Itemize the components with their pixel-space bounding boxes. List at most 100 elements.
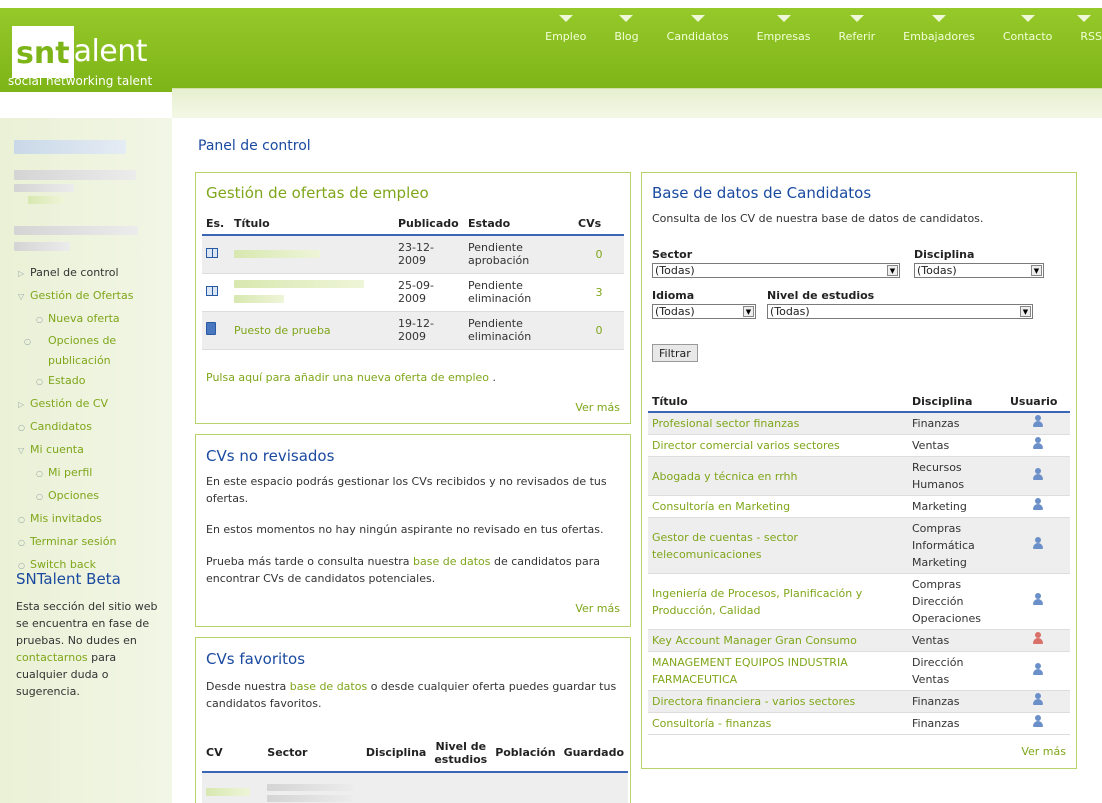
table-row[interactable]: Consultoría - finanzas Finanzas <box>648 712 1070 735</box>
sidebar-item-panel[interactable]: ▷ Panel de control <box>18 262 138 285</box>
nav-candidatos[interactable]: Candidatos <box>653 15 743 56</box>
candidate-discipline: Marketing <box>908 495 1006 518</box>
candidate-title[interactable]: Consultoría en Marketing <box>648 495 908 518</box>
filter-button[interactable]: Filtrar <box>652 344 698 362</box>
sector-label: Sector <box>652 248 693 261</box>
table-row[interactable]: Key Account Manager Gran Consumo Ventas <box>648 629 1070 652</box>
table-row[interactable]: Gestor de cuentas - sector telecomunicac… <box>648 517 1070 574</box>
sidebar-item-gestion-cv[interactable]: ▷ Gestión de CV <box>18 393 138 416</box>
nav-empleo[interactable]: Empleo <box>531 15 600 56</box>
col-sector: Sector <box>263 734 362 773</box>
candidate-title[interactable]: Directora financiera - varios sectores <box>648 690 908 713</box>
table-row[interactable]: Profesional sector finanzas Finanzas <box>648 412 1070 435</box>
candidate-title[interactable]: MANAGEMENT EQUIPOS INDUSTRIA FARMACEUTIC… <box>648 651 908 691</box>
user-icon[interactable] <box>1033 498 1043 510</box>
sidebar-item-opciones-publicacion[interactable]: ○ Opciones de publicación <box>18 331 138 370</box>
offer-title-blurred[interactable] <box>234 249 320 258</box>
disciplina-select[interactable]: (Todas) ▼ <box>914 263 1044 278</box>
user-icon[interactable] <box>1033 593 1043 605</box>
cv-blurred[interactable] <box>206 788 250 796</box>
sidebar-item-mi-perfil[interactable]: ○ Mi perfil <box>18 462 138 485</box>
add-offer-link[interactable]: Pulsa aquí para añadir una nueva oferta … <box>206 371 489 384</box>
candidate-title[interactable]: Abogada y técnica en rrhh <box>648 456 908 496</box>
unreviewed-more-link[interactable]: Ver más <box>575 602 620 615</box>
offer-title[interactable]: Puesto de prueba <box>230 311 394 350</box>
expanded-arrow-icon: ▽ <box>18 292 25 301</box>
candidates-more-link[interactable]: Ver más <box>1021 745 1066 758</box>
sidebar-item-candidatos[interactable]: ○ Candidatos <box>18 416 138 439</box>
sidebar-item-gestion-ofertas[interactable]: ▽ Gestión de Ofertas <box>18 285 138 308</box>
sidebar-item-estado[interactable]: ○ Estado <box>18 370 138 393</box>
sidebar-item-label: Estado <box>48 374 86 387</box>
nivel-select-value: (Todas) <box>770 305 810 318</box>
nav-empresas[interactable]: Empresas <box>743 15 825 56</box>
user-icon[interactable] <box>1033 415 1043 427</box>
user-name-blurred <box>14 140 126 154</box>
nav-rss[interactable]: RSS <box>1066 15 1102 56</box>
offer-title-blurred[interactable] <box>234 280 364 288</box>
unreviewed-hint: Prueba más tarde o consulta nuestra base… <box>206 553 622 587</box>
table-row[interactable]: Ingeniería de Procesos, Planificación y … <box>648 573 1070 630</box>
candidate-title[interactable]: Consultoría - finanzas <box>648 712 908 735</box>
sidebar-item-terminar-sesion[interactable]: ○ Terminar sesión <box>18 531 138 554</box>
sidebar-item-mis-invitados[interactable]: ○ Mis invitados <box>18 508 138 531</box>
offers-panel: Gestión de ofertas de empleo Es. Título … <box>195 172 631 424</box>
sector-select[interactable]: (Todas) ▼ <box>652 263 900 278</box>
sidebar-item-opciones[interactable]: ○ Opciones <box>18 485 138 508</box>
col-titulo: Título <box>648 392 908 413</box>
database-link[interactable]: base de datos <box>413 555 490 568</box>
sidebar-item-nueva-oferta[interactable]: ○ Nueva oferta <box>18 308 138 331</box>
bullet-icon: ○ <box>36 469 43 478</box>
expanded-arrow-icon: ▽ <box>18 446 25 455</box>
favorites-database-link[interactable]: base de datos <box>290 680 367 693</box>
nav-contacto[interactable]: Contacto <box>989 15 1067 56</box>
user-icon[interactable] <box>1033 537 1043 549</box>
sidebar-item-mi-cuenta[interactable]: ▽ Mi cuenta <box>18 439 138 462</box>
table-row[interactable] <box>202 772 628 803</box>
user-icon[interactable] <box>1033 715 1043 727</box>
offer-cvs-count[interactable]: 0 <box>574 311 624 350</box>
candidate-discipline: Finanzas <box>908 412 1006 435</box>
candidate-title[interactable]: Gestor de cuentas - sector telecomunicac… <box>648 517 908 574</box>
candidate-discipline: Ventas <box>908 434 1006 457</box>
idioma-select[interactable]: (Todas) ▼ <box>652 304 756 319</box>
offer-cvs-count[interactable]: 0 <box>574 235 624 274</box>
company-blurred <box>14 242 70 251</box>
offers-more-link[interactable]: Ver más <box>575 401 620 414</box>
collapsed-arrow-icon: ▷ <box>18 400 25 409</box>
unreviewed-title: CVs no revisados <box>206 447 335 465</box>
nivel-label: Nivel de estudios <box>767 289 875 302</box>
offer-date: 19-12-2009 <box>394 311 464 350</box>
sidebar-item-label: Gestión de CV <box>30 397 109 410</box>
nivel-select[interactable]: (Todas) ▼ <box>767 304 1033 319</box>
table-row[interactable]: MANAGEMENT EQUIPOS INDUSTRIA FARMACEUTIC… <box>648 651 1070 691</box>
candidate-discipline: Compras Dirección Operaciones <box>908 573 1006 630</box>
table-row[interactable]: Puesto de prueba 19-12-2009 Pendiente el… <box>202 311 624 350</box>
table-row[interactable]: Directora financiera - varios sectores Fi… <box>648 690 1070 713</box>
user-icon[interactable] <box>1033 437 1043 449</box>
user-icon[interactable] <box>1033 632 1043 644</box>
candidate-title[interactable]: Key Account Manager Gran Consumo <box>648 629 908 652</box>
offer-title-blurred[interactable] <box>234 295 284 303</box>
nav-blog[interactable]: Blog <box>600 15 652 56</box>
favorites-panel: CVs favoritos Desde nuestra base de dato… <box>195 637 631 803</box>
bullet-icon: ○ <box>24 337 31 346</box>
user-icon[interactable] <box>1033 662 1043 675</box>
offer-cvs-count[interactable]: 3 <box>574 273 624 312</box>
candidate-title[interactable]: Ingeniería de Procesos, Planificación y … <box>648 573 908 630</box>
table-row[interactable]: 25-09-2009 Pendiente eliminación 3 <box>202 273 624 312</box>
contact-link[interactable]: contactarnos <box>16 651 88 664</box>
sector-blurred <box>267 783 354 791</box>
site-logo[interactable]: snt alent <box>12 26 148 78</box>
table-row[interactable]: Director comercial varios sectores Ventas <box>648 434 1070 457</box>
table-row[interactable]: Abogada y técnica en rrhh Recursos Humano… <box>648 456 1070 496</box>
bullet-icon: ○ <box>18 423 25 432</box>
candidate-title[interactable]: Director comercial varios sectores <box>648 434 908 457</box>
user-icon[interactable] <box>1033 467 1043 480</box>
user-icon[interactable] <box>1033 693 1043 705</box>
nav-referir[interactable]: Referir <box>825 15 890 56</box>
nav-embajadores[interactable]: Embajadores <box>889 15 989 56</box>
table-row[interactable]: 23-12-2009 Pendiente aprobación 0 <box>202 235 624 274</box>
table-row[interactable]: Consultoría en Marketing Marketing <box>648 495 1070 518</box>
candidate-title[interactable]: Profesional sector finanzas <box>648 412 908 435</box>
